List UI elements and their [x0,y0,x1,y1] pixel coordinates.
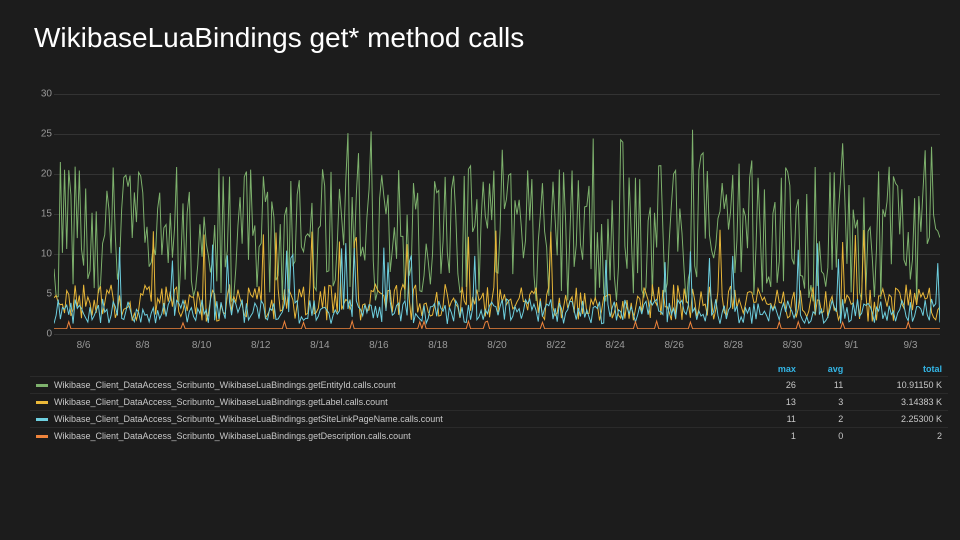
x-axis: 8/6 8/8 8/10 8/12 8/14 8/16 8/18 8/20 8/22 8/24 8/… [54,336,940,354]
legend-total: 2.25300 K [849,411,948,428]
gridline [54,334,940,335]
chart-panel: 051015202530 8/68/88/108/128/148/168/188… [30,94,940,354]
legend-name: Wikibase_Client_DataAccess_Scribunto_Wik… [30,394,750,411]
x-tick: 8/28 [724,340,743,351]
y-axis: 051015202530 [30,94,52,334]
legend-row[interactable]: Wikibase_Client_DataAccess_Scribunto_Wik… [30,377,948,394]
legend-avg: 3 [802,394,849,411]
x-tick: 8/10 [192,340,211,351]
legend-row[interactable]: Wikibase_Client_DataAccess_Scribunto_Wik… [30,394,948,411]
x-tick: 8/16 [369,340,388,351]
y-tick: 20 [41,168,52,179]
x-tick: 8/20 [487,340,506,351]
legend-total: 10.91150 K [849,377,948,394]
y-tick: 25 [41,128,52,139]
x-tick: 8/14 [310,340,329,351]
legend-avg: 0 [802,428,849,445]
legend-max: 1 [750,428,802,445]
legend-swatch [36,435,48,438]
x-tick: 8/12 [251,340,270,351]
legend-header-max: max [750,362,802,377]
x-tick: 9/3 [904,340,918,351]
x-tick: 8/24 [605,340,624,351]
legend-swatch [36,401,48,404]
legend-name: Wikibase_Client_DataAccess_Scribunto_Wik… [30,428,750,445]
legend-total: 2 [849,428,948,445]
y-tick: 5 [46,289,52,300]
x-tick: 8/6 [77,340,91,351]
y-tick: 15 [41,209,52,220]
legend-table: max avg total Wikibase_Client_DataAccess… [30,362,948,444]
x-tick: 8/30 [783,340,802,351]
legend-header-name [30,362,750,377]
legend-row[interactable]: Wikibase_Client_DataAccess_Scribunto_Wik… [30,411,948,428]
legend-total: 3.14383 K [849,394,948,411]
x-tick: 8/26 [664,340,683,351]
legend-avg: 2 [802,411,849,428]
legend-max: 26 [750,377,802,394]
chart-plot [54,94,940,329]
y-tick: 10 [41,248,52,259]
legend-header-total: total [849,362,948,377]
x-tick: 8/8 [136,340,150,351]
legend-row[interactable]: Wikibase_Client_DataAccess_Scribunto_Wik… [30,428,948,445]
legend-swatch [36,384,48,387]
legend-max: 13 [750,394,802,411]
legend-name: Wikibase_Client_DataAccess_Scribunto_Wik… [30,411,750,428]
legend-swatch [36,418,48,421]
legend-avg: 11 [802,377,849,394]
y-tick: 30 [41,89,52,100]
y-tick: 0 [46,329,52,340]
x-tick: 9/1 [844,340,858,351]
legend-header-avg: avg [802,362,849,377]
page-title: WikibaseLuaBindings get* method calls [0,0,960,54]
x-tick: 8/18 [428,340,447,351]
x-tick: 8/22 [546,340,565,351]
legend-max: 11 [750,411,802,428]
legend-name: Wikibase_Client_DataAccess_Scribunto_Wik… [30,377,750,394]
series-line [54,230,940,322]
